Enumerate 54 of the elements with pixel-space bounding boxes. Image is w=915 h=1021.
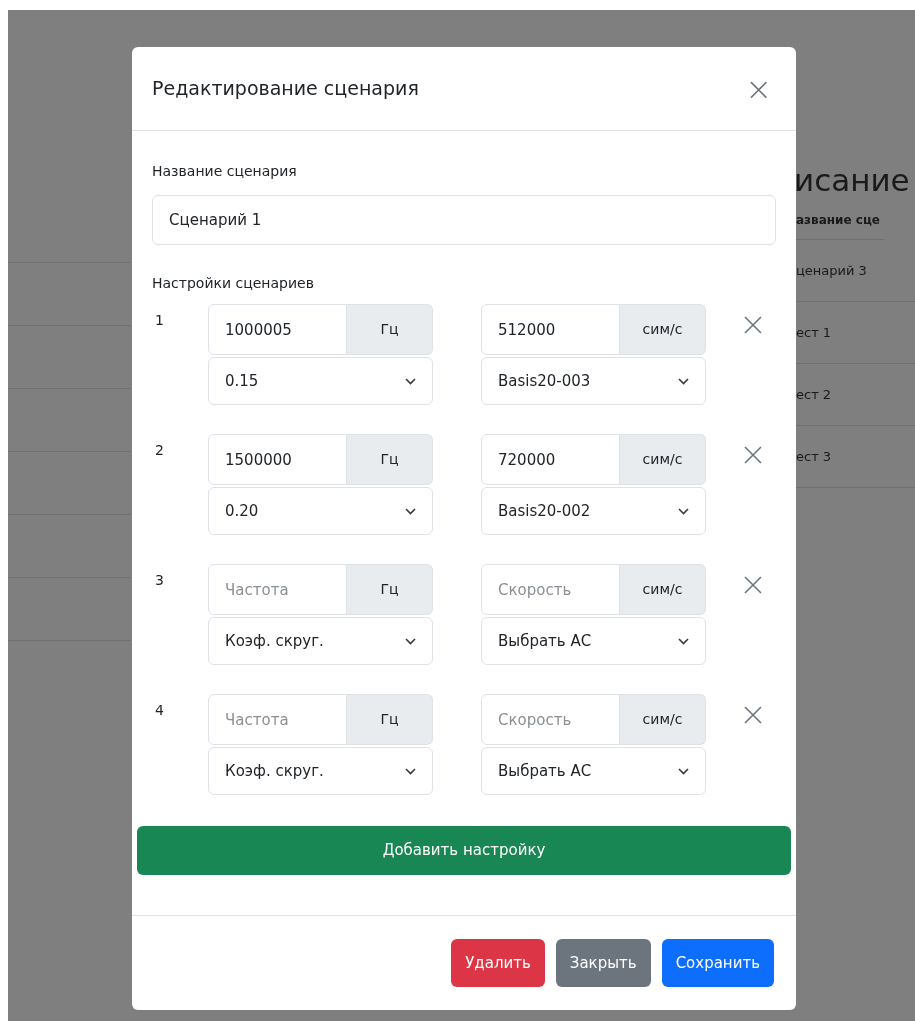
input-field[interactable]: 512000 (481, 304, 620, 355)
input-field[interactable]: 1500000 (208, 434, 347, 485)
footer-button[interactable]: Удалить (451, 939, 545, 987)
section-label: Настройки сценариев (152, 274, 314, 293)
chevron-down-icon (405, 637, 416, 645)
select-dropdown[interactable]: 0.15 (208, 357, 433, 405)
select-dropdown[interactable]: 0.20 (208, 487, 433, 535)
remove-icon[interactable] (744, 316, 762, 334)
page-heading: исание (796, 161, 910, 200)
unit-label: сим/с (620, 694, 706, 745)
add-setting-button[interactable]: Добавить настройку (137, 826, 791, 875)
chevron-down-icon (678, 507, 689, 515)
chevron-down-icon (678, 767, 689, 775)
chevron-down-icon (405, 507, 416, 515)
select-dropdown[interactable]: Коэф. скруг. (208, 747, 433, 795)
input-field[interactable]: 1000005 (208, 304, 347, 355)
select-dropdown[interactable]: Выбрать АС (481, 617, 706, 665)
table-cell-text: ценарий 3 (796, 261, 867, 280)
row-number: 3 (154, 571, 165, 590)
select-dropdown[interactable]: Basis20-003 (481, 357, 706, 405)
unit-label: сим/с (620, 304, 706, 355)
chevron-down-icon (405, 767, 416, 775)
input-field[interactable]: 720000 (481, 434, 620, 485)
unit-label: Гц (347, 434, 433, 485)
close-button[interactable]: × (741, 72, 776, 105)
row-number: 4 (154, 701, 165, 720)
select-dropdown[interactable]: Выбрать АС (481, 747, 706, 795)
chevron-down-icon (678, 637, 689, 645)
remove-icon[interactable] (744, 706, 762, 724)
row-number: 2 (154, 441, 165, 460)
remove-icon[interactable] (744, 576, 762, 594)
footer-button[interactable]: Сохранить (661, 939, 774, 987)
select-dropdown[interactable]: Basis20-002 (481, 487, 706, 535)
chevron-down-icon (678, 377, 689, 385)
input-field[interactable]: Скорость (481, 694, 620, 745)
unit-label: Гц (347, 564, 433, 615)
name-input-field[interactable]: Сценарий 1 (152, 195, 776, 245)
footer-button[interactable]: Закрыть (555, 939, 651, 987)
remove-icon[interactable] (744, 446, 762, 464)
select-dropdown[interactable]: Коэф. скруг. (208, 617, 433, 665)
unit-label: сим/с (620, 564, 706, 615)
row-number: 1 (154, 311, 165, 330)
input-field[interactable]: Частота (208, 564, 347, 615)
table-cell-text: ест 2 (796, 385, 832, 404)
unit-label: Гц (347, 304, 433, 355)
input-field[interactable]: Частота (208, 694, 347, 745)
chevron-down-icon (405, 377, 416, 385)
unit-label: сим/с (620, 434, 706, 485)
table-cell-text: ест 3 (796, 447, 832, 466)
modal-title: Редактирование сценария (152, 76, 419, 102)
table-cell-text: ест 1 (796, 323, 832, 342)
unit-label: Гц (347, 694, 433, 745)
field-label: Название сценария (152, 162, 297, 181)
input-field[interactable]: Скорость (481, 564, 620, 615)
